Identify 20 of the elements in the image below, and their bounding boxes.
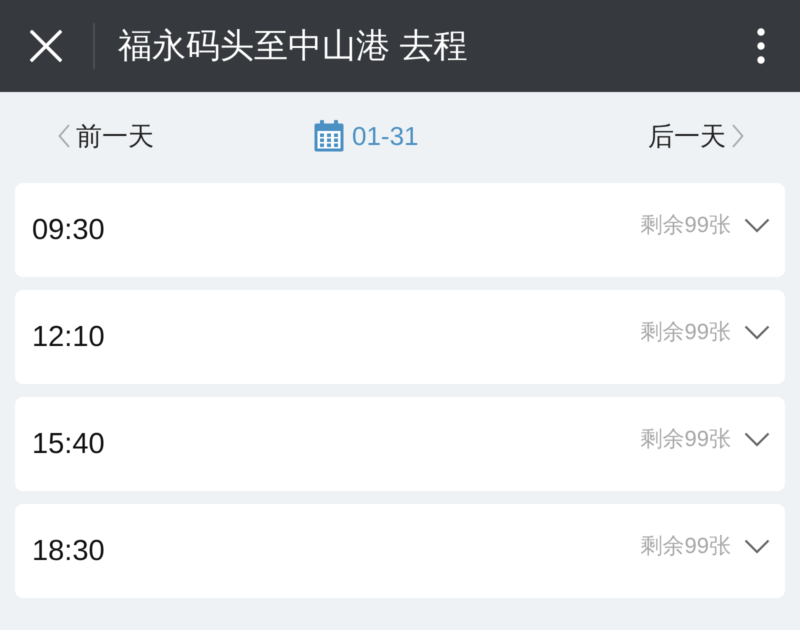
close-icon	[30, 30, 62, 62]
departure-time: 18:30	[32, 534, 106, 568]
previous-day-button[interactable]: 前一天	[58, 118, 154, 154]
departure-card[interactable]: 09:30 剩余99张	[15, 183, 785, 277]
remaining-tickets: 剩余99张	[640, 532, 731, 560]
departure-card[interactable]: 12:10 剩余99张	[15, 290, 785, 384]
calendar-icon	[314, 120, 344, 152]
departure-time: 09:30	[32, 214, 106, 246]
departure-card[interactable]: 15:40 剩余99张	[15, 397, 785, 491]
departure-time: 15:40	[32, 428, 106, 460]
chevron-left-icon	[58, 124, 70, 148]
next-day-button[interactable]: 后一天	[648, 118, 744, 154]
chevron-right-icon	[732, 124, 744, 148]
remaining-tickets: 剩余99张	[640, 425, 731, 453]
remaining-tickets: 剩余99张	[640, 318, 731, 346]
remaining-tickets: 剩余99张	[640, 211, 731, 239]
departure-time: 12:10	[32, 320, 106, 354]
page-title: 福永码头至中山港 去程	[118, 26, 468, 66]
departure-card[interactable]: 18:30 剩余99张	[15, 504, 785, 598]
more-icon	[757, 28, 765, 64]
